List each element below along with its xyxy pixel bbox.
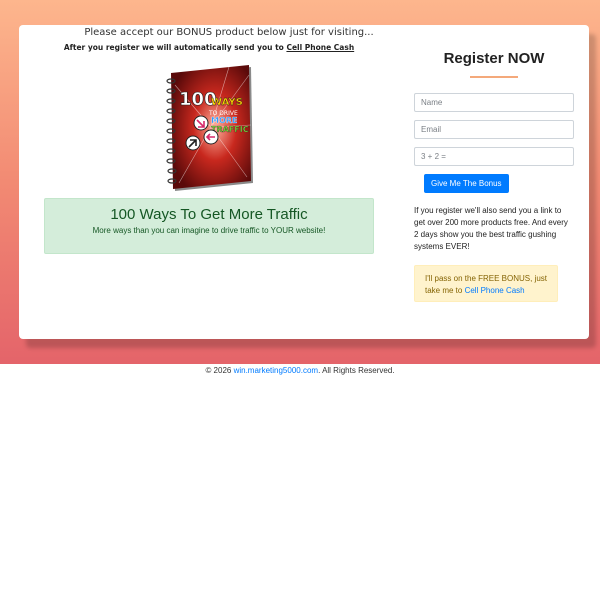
cell-phone-cash-link[interactable]: Cell Phone Cash <box>286 43 354 52</box>
main-card: Please accept our BONUS product below ju… <box>19 25 589 339</box>
book-ways-text: WAYS <box>211 97 243 108</box>
footer-copyright: © 2026 <box>205 366 234 375</box>
offer-alert: 100 Ways To Get More Traffic More ways t… <box>44 198 374 254</box>
subline-text: After you register we will automatically… <box>63 43 287 52</box>
register-panel: Register NOW Give Me The Bonus If you re… <box>414 25 574 302</box>
footer: © 2026 win.marketing5000.com. All Rights… <box>0 366 600 375</box>
register-title: Register NOW <box>443 50 545 67</box>
register-info-text: If you register we'll also send you a li… <box>414 206 568 251</box>
offer-subtitle: More ways than you can imagine to drive … <box>92 226 326 235</box>
pass-alert: I'll pass on the FREE BONUS, just take m… <box>414 265 558 302</box>
bonus-headline: Please accept our BONUS product below ju… <box>84 27 374 38</box>
email-input[interactable] <box>414 120 574 139</box>
footer-rights: . All Rights Reserved. <box>318 366 395 375</box>
book-more-text: MORE <box>211 116 237 125</box>
name-input[interactable] <box>414 93 574 112</box>
give-me-bonus-button[interactable]: Give Me The Bonus <box>424 174 509 193</box>
footer-site-link[interactable]: win.marketing5000.com <box>234 366 318 375</box>
bonus-subline: After you register we will automatically… <box>59 43 359 52</box>
title-divider <box>470 76 518 78</box>
offer-title: 100 Ways To Get More Traffic <box>110 206 308 223</box>
captcha-input[interactable] <box>414 147 574 166</box>
ebook-cover-image: 100 WAYS TO DRIVE MORE TRAFFIC <box>166 65 253 191</box>
pass-cell-phone-cash-link[interactable]: Cell Phone Cash <box>465 286 525 295</box>
